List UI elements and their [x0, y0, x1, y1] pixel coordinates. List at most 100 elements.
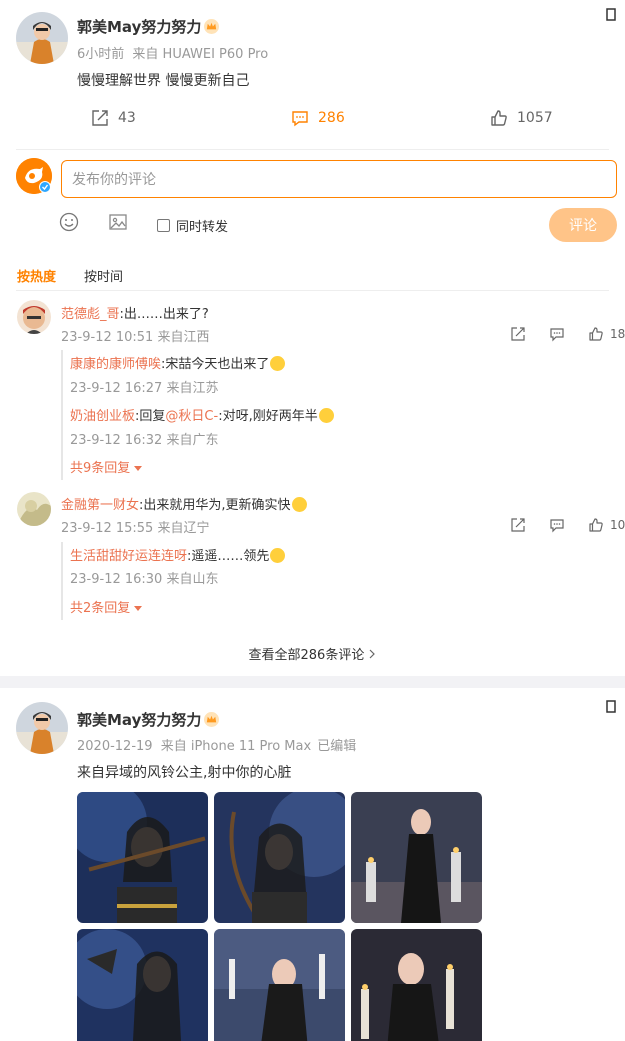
reply-mention[interactable]: @秋日C-	[165, 409, 218, 424]
crown-icon	[204, 19, 220, 34]
repost-icon	[92, 110, 108, 126]
repost-checkbox[interactable]: 同时转发	[157, 216, 228, 235]
comment-username[interactable]: 范德彪_哥	[61, 307, 120, 322]
repost-checkbox-label: 同时转发	[176, 220, 229, 235]
photo-thumbnail[interactable]	[351, 792, 482, 923]
comment-meta: 23-9-12 10:51 来自江西	[61, 330, 210, 345]
post-source: 来自 HUAWEI P60 Pro	[132, 47, 269, 62]
comment-avatar[interactable]	[17, 300, 51, 334]
smirk-emoji-icon	[291, 497, 307, 512]
reply-username[interactable]: 生活甜甜好运连连呀	[70, 549, 187, 564]
reply-meta: 23-9-12 16:30 来自山东	[70, 572, 219, 587]
comment-body: 范德彪_哥:出……出来了?	[61, 303, 209, 322]
caret-down-icon	[134, 466, 143, 471]
comment-meta: 23-9-12 15:55 来自辽宁	[61, 521, 210, 536]
reply-guide-line	[61, 542, 63, 620]
post-source: 来自 iPhone 11 Pro Max	[160, 739, 312, 754]
thumbs-up-icon[interactable]	[588, 517, 604, 533]
username-text: 郭美May努力努力	[77, 18, 202, 36]
post-meta: 2020-12-19 来自 iPhone 11 Pro Max 已编辑	[77, 735, 356, 754]
post-username[interactable]: 郭美May努力努力	[77, 16, 220, 37]
comment-icon	[292, 111, 308, 127]
reply-username[interactable]: 奶油创业板	[70, 409, 135, 424]
photo-thumbnail[interactable]	[214, 792, 345, 923]
divider	[16, 290, 609, 291]
comment-avatar[interactable]	[17, 492, 51, 526]
submit-comment-button[interactable]: 评论	[549, 208, 617, 242]
view-all-text: 查看全部286条评论	[248, 648, 365, 663]
current-user-avatar	[16, 158, 52, 194]
comment-like-count: 108	[610, 518, 625, 532]
reply-list: 康康的康师傅唉:宋喆今天也出来了 23-9-12 16:27 来自江苏 奶油创业…	[61, 350, 617, 480]
reply-text: :遥遥……领先	[187, 549, 270, 564]
avatar-image	[16, 702, 68, 754]
view-all-comments-link[interactable]: 查看全部286条评论	[0, 644, 625, 663]
thumbs-up-icon	[491, 110, 507, 126]
photo-thumbnail[interactable]	[77, 929, 208, 1041]
comment-actions: 108	[510, 517, 625, 533]
like-button[interactable]: 1057	[489, 108, 553, 128]
comment-text: :出来就用华为,更新确实快	[139, 498, 291, 513]
more-replies-text: 共9条回复	[70, 461, 131, 476]
commenter-avatar-image	[17, 300, 51, 334]
feed-separator	[0, 676, 625, 688]
reply-list: 生活甜甜好运连连呀:遥遥……领先 23-9-12 16:30 来自山东 共2条回…	[61, 542, 617, 620]
photo-thumbnail[interactable]	[77, 792, 208, 923]
post-time[interactable]: 2020-12-19	[77, 739, 153, 754]
crying-laugh-emoji-icon	[270, 356, 286, 371]
avatar-image	[16, 12, 68, 64]
avatar[interactable]	[16, 12, 68, 64]
reply-icon[interactable]	[549, 326, 565, 342]
tab-sort-hot[interactable]: 按热度	[17, 266, 56, 285]
repost-count: 43	[118, 110, 136, 126]
emoji-icon	[59, 212, 79, 232]
reply-prefix: :回复	[135, 409, 166, 424]
post-time[interactable]: 6小时前	[77, 47, 124, 62]
image-icon	[109, 214, 127, 230]
more-replies-link[interactable]: 共2条回复	[70, 597, 143, 616]
username-text: 郭美May努力努力	[77, 711, 202, 729]
reply-body: 奶油创业板:回复@秋日C-:对呀,刚好两年半	[70, 405, 334, 424]
more-replies-link[interactable]: 共9条回复	[70, 457, 143, 476]
photo-thumbnail[interactable]	[214, 929, 345, 1041]
comment-button[interactable]: 286	[290, 108, 345, 128]
post-action-bar: 43 286 1057	[0, 100, 625, 140]
more-options-icon[interactable]	[603, 8, 619, 24]
post-meta: 6小时前 来自 HUAWEI P60 Pro	[77, 43, 268, 62]
reply-meta: 23-9-12 16:27 来自江苏	[70, 381, 219, 396]
reply-username[interactable]: 康康的康师傅唉	[70, 357, 161, 372]
more-options-icon[interactable]	[603, 700, 619, 716]
reply-icon[interactable]	[549, 517, 565, 533]
image-button[interactable]	[108, 212, 128, 232]
post-card: 郭美May努力努力 2020-12-19 来自 iPhone 11 Pro Ma…	[0, 688, 625, 1041]
reply-guide-line	[61, 350, 63, 480]
reply-text: :对呀,刚好两年半	[218, 409, 318, 424]
crown-icon	[204, 712, 220, 727]
post-text: 来自异域的风铃公主,射中你的心脏	[77, 765, 292, 781]
cat-face-emoji-icon	[270, 548, 286, 563]
comment-input[interactable]	[61, 160, 617, 198]
chevron-right-icon	[370, 649, 376, 659]
comment-body: 金融第一财女:出来就用华为,更新确实快	[61, 494, 307, 513]
comment-sort-tabs: 按热度 按时间	[17, 266, 123, 285]
thumbs-up-icon[interactable]	[588, 326, 604, 342]
comment-count: 286	[318, 110, 345, 126]
reply-body: 生活甜甜好运连连呀:遥遥……领先	[70, 545, 286, 564]
comment-like-count: 189	[610, 327, 625, 341]
caret-down-icon	[134, 606, 143, 611]
checkbox-box[interactable]	[157, 219, 170, 232]
comment-username[interactable]: 金融第一财女	[61, 498, 139, 513]
post-text: 慢慢理解世界 慢慢更新自己	[77, 73, 250, 89]
share-icon[interactable]	[510, 326, 526, 342]
cat-face-emoji-icon	[318, 408, 334, 423]
reply-body: 康康的康师傅唉:宋喆今天也出来了	[70, 353, 286, 372]
photo-thumbnail[interactable]	[351, 929, 482, 1041]
tab-sort-time[interactable]: 按时间	[84, 266, 123, 285]
emoji-button[interactable]	[59, 212, 79, 232]
commenter-avatar-image	[17, 492, 51, 526]
repost-button[interactable]: 43	[90, 108, 136, 128]
post-username[interactable]: 郭美May努力努力	[77, 709, 220, 730]
avatar[interactable]	[16, 702, 68, 754]
comment-actions: 189	[510, 326, 625, 342]
share-icon[interactable]	[510, 517, 526, 533]
